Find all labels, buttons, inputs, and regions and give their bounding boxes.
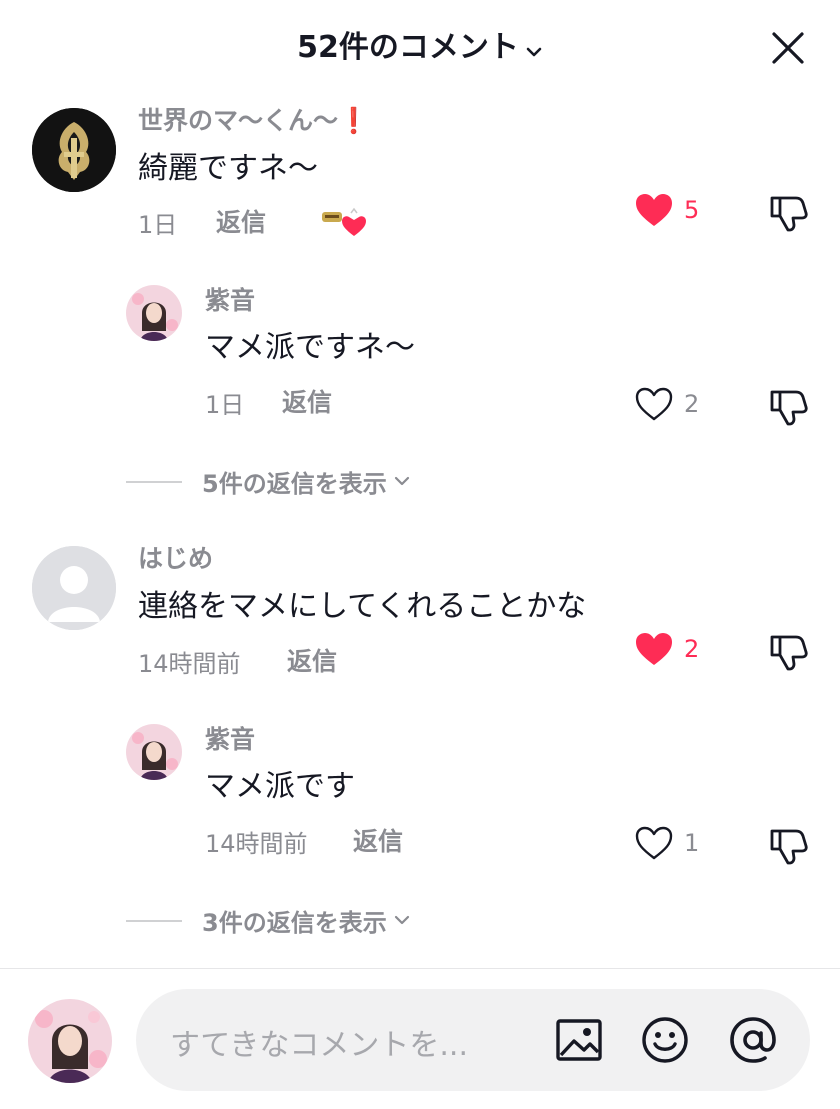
reply-button[interactable]: 返信 [282, 383, 332, 419]
reply-username[interactable]: 紫音 [205, 281, 255, 317]
dislike-icon[interactable] [766, 629, 810, 673]
reply-avatar[interactable] [126, 724, 182, 780]
image-icon[interactable] [554, 1015, 604, 1065]
reply-time: 14時間前 [205, 830, 308, 858]
reply-button[interactable]: 返信 [353, 822, 403, 858]
heart-outline-icon [635, 387, 673, 421]
chevron-down-icon [525, 31, 543, 66]
close-icon[interactable] [768, 28, 808, 68]
comments-header: 52件のコメント [0, 0, 840, 90]
heart-icon [636, 194, 672, 226]
profile-photo-icon [126, 285, 182, 341]
default-user-icon [32, 546, 116, 630]
comment-input[interactable]: すてきなコメントを... [136, 989, 810, 1091]
comment-time: 1日 [138, 211, 178, 239]
comments-count-title: 52件のコメント [297, 30, 519, 65]
reply-button[interactable]: 返信 [287, 642, 337, 678]
divider-line [126, 919, 182, 922]
ornament-avatar-icon [32, 108, 116, 192]
avatar[interactable] [32, 108, 116, 192]
comment-username[interactable]: はじめ [138, 539, 213, 575]
comment-username[interactable]: 世界のマ〜くん〜❗ [138, 101, 369, 137]
comment-text: 連絡をマメにしてくれることかな [138, 589, 587, 624]
dislike-icon[interactable] [766, 384, 810, 428]
reply-avatar[interactable] [126, 285, 182, 341]
dislike-icon[interactable] [766, 190, 810, 234]
exclamation-badge-icon: ❗ [338, 106, 370, 135]
avatar[interactable] [32, 546, 116, 630]
reply-button[interactable]: 返信 [216, 203, 266, 239]
reply-text: マメ派です [205, 769, 355, 804]
reply-time: 1日 [205, 391, 245, 419]
creator-liked-sticker-icon [320, 206, 366, 238]
comment-text: 綺麗ですネ〜 [138, 151, 318, 186]
like-button[interactable]: 2 [634, 386, 699, 422]
reply-text: マメ派ですネ〜 [205, 330, 415, 365]
like-button[interactable]: 1 [634, 825, 699, 861]
like-count: 5 [684, 196, 700, 224]
like-button[interactable]: 2 [634, 631, 699, 667]
like-count: 2 [684, 635, 700, 663]
username-text: 世界のマ〜くん〜 [138, 106, 339, 135]
comment-input-placeholder: すてきなコメントを... [170, 1028, 469, 1063]
mention-icon[interactable] [728, 1015, 778, 1065]
reply-username[interactable]: 紫音 [205, 720, 255, 756]
heart-outline-icon [635, 826, 673, 860]
emoji-icon[interactable] [640, 1015, 690, 1065]
heart-icon [636, 633, 672, 665]
comment-composer: すてきなコメントを... [0, 969, 840, 1109]
current-user-avatar[interactable] [28, 999, 112, 1083]
chevron-down-icon [393, 911, 411, 930]
like-button[interactable]: 5 [634, 192, 699, 228]
view-replies-label: 5件の返信を表示 [202, 470, 387, 498]
profile-photo-icon [28, 999, 112, 1083]
view-replies-button[interactable]: 5件の返信を表示 [126, 464, 411, 499]
like-count: 1 [684, 829, 700, 857]
view-replies-button[interactable]: 3件の返信を表示 [126, 903, 411, 938]
chevron-down-icon [393, 472, 411, 491]
comment-time: 14時間前 [138, 650, 241, 678]
profile-photo-icon [126, 724, 182, 780]
dislike-icon[interactable] [766, 823, 810, 867]
divider-line [126, 480, 182, 483]
like-count: 2 [684, 390, 700, 418]
comments-title-dropdown[interactable]: 52件のコメント [0, 22, 840, 66]
view-replies-label: 3件の返信を表示 [202, 909, 387, 937]
